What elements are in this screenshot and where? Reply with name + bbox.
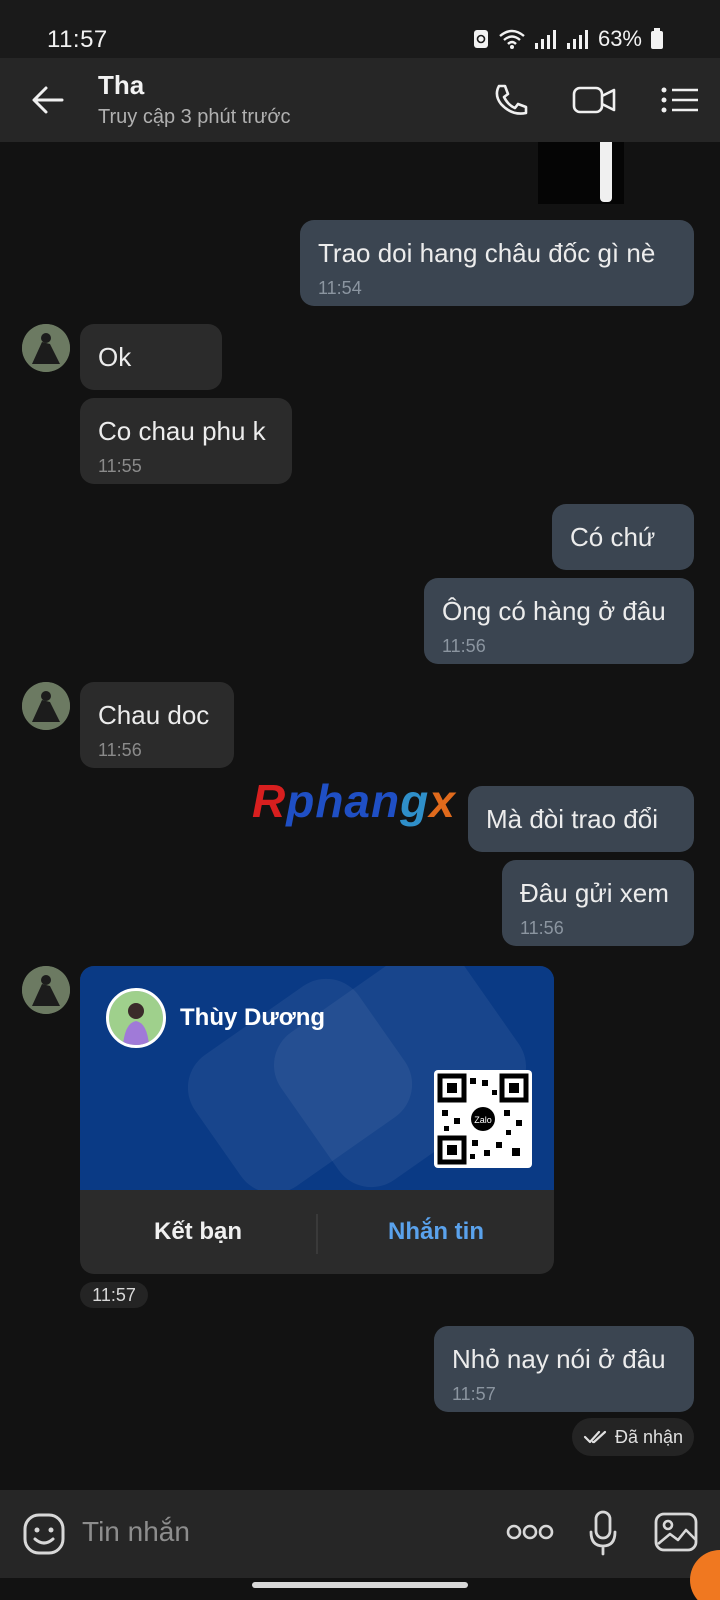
delivery-status-label: Đã nhận [614,1426,684,1447]
previous-image-attachment[interactable] [538,142,624,204]
delivery-status: Đã nhận [572,1418,694,1456]
message-text: Nhỏ nay nói ở đâu [452,1344,666,1374]
message-outgoing[interactable]: Có chứ [552,504,694,570]
message-time: 11:56 [520,918,564,938]
message-text: Ông có hàng ở đâu [442,596,666,626]
last-seen: Truy cập 3 phút trước [98,106,291,128]
double-check-icon [583,1430,607,1444]
system-nav-bar [0,1578,720,1600]
avatar[interactable] [22,324,70,372]
message-time: 11:55 [98,456,142,476]
contact-avatar [106,988,166,1048]
wifi-icon [499,29,525,49]
qr-label: Zalo [474,1115,492,1125]
send-message-button[interactable]: Nhắn tin [318,1190,554,1274]
message-time: 11:56 [442,636,486,656]
message-text: Ok [98,342,132,372]
contact-card[interactable]: Thùy Dương Zalo Kết bạn Nhắn tin [80,966,554,1274]
message-outgoing[interactable]: Đâu gửi xem 11:56 [502,860,694,946]
message-input[interactable]: Tin nhắn [82,1516,190,1548]
contact-card-name: Thùy Dương [180,1004,326,1031]
qr-code: Zalo [434,1070,532,1168]
avatar[interactable] [22,966,70,1014]
status-time: 11:57 [47,26,108,53]
message-time: 11:54 [318,278,362,298]
message-text: Trao doi hang châu đốc gì nè [318,238,656,268]
image-figure [600,142,612,202]
battery-icon [651,28,663,49]
message-text: Chau doc [98,700,210,730]
message-outgoing[interactable]: Ông có hàng ở đâu 11:56 [424,578,694,664]
add-friend-button[interactable]: Kết bạn [80,1190,316,1274]
home-indicator[interactable] [252,1582,468,1588]
contact-name[interactable]: Tha [98,70,144,101]
message-text: Co chau phu k [98,416,266,446]
signal-icon [566,30,588,49]
message-composer: Tin nhắn [0,1490,720,1578]
message-incoming[interactable]: Ok [80,324,222,390]
watermark-logo: Rphangx [252,775,456,827]
card-time: 11:57 [80,1282,148,1308]
more-options-icon[interactable] [506,1524,554,1540]
message-time: 11:56 [98,740,142,760]
image-gallery-icon[interactable] [654,1512,698,1552]
chat-header: Tha Truy cập 3 phút trước [0,58,720,142]
message-text: Có chứ [570,522,656,552]
message-incoming[interactable]: Co chau phu k 11:55 [80,398,292,484]
status-icons: 63% [472,26,664,52]
video-call-icon[interactable] [572,82,616,118]
avatar[interactable] [22,682,70,730]
message-outgoing[interactable]: Nhỏ nay nói ở đâu 11:57 [434,1326,694,1412]
sync-icon [473,30,488,48]
message-text: Mà đòi trao đổi [486,804,658,834]
message-text: Đâu gửi xem [520,878,669,908]
contact-card-header: Thùy Dương Zalo [80,966,554,1190]
message-outgoing[interactable]: Trao doi hang châu đốc gì nè 11:54 [300,220,694,306]
status-bar: 11:57 63% [0,0,720,58]
message-time: 11:57 [452,1384,496,1404]
signal-icon [534,30,556,49]
microphone-icon[interactable] [588,1510,618,1556]
menu-list-icon[interactable] [660,82,700,118]
message-outgoing[interactable]: Mà đòi trao đổi [468,786,694,852]
phone-icon[interactable] [490,82,530,118]
emoji-sticker-icon[interactable] [22,1512,66,1556]
back-arrow-icon[interactable] [30,82,66,118]
message-incoming[interactable]: Chau doc 11:56 [80,682,234,768]
battery-percent: 63% [597,26,642,51]
